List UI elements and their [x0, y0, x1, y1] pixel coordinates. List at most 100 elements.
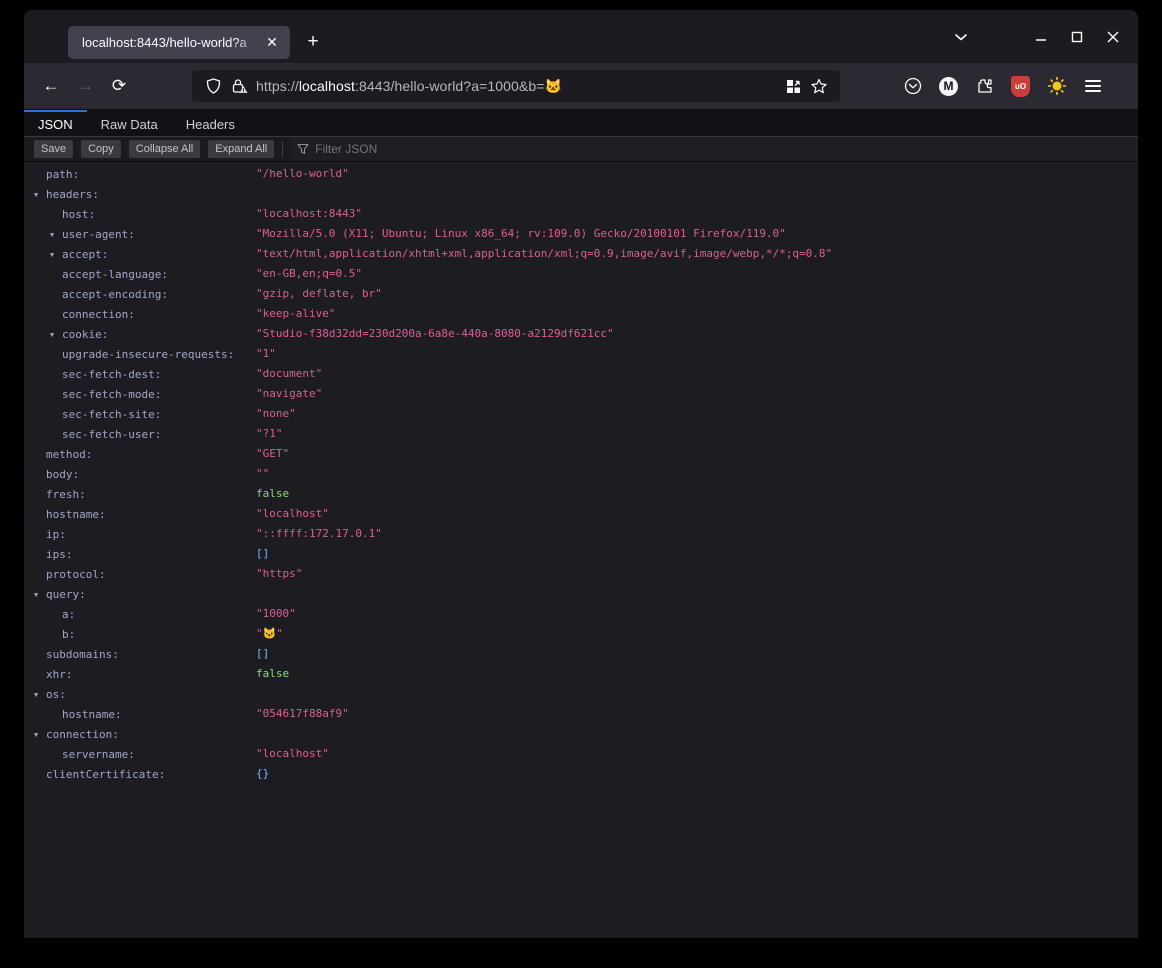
- reload-icon[interactable]: ⟳: [104, 71, 134, 101]
- ublock-origin-icon[interactable]: uO: [1006, 72, 1035, 101]
- json-row: ▼query:: [24, 584, 1138, 604]
- json-row: ▼servername:"localhost": [24, 744, 1138, 764]
- json-key: path:: [46, 165, 79, 185]
- expand-all-button[interactable]: Expand All: [208, 140, 274, 158]
- tab-close-icon[interactable]: ✕: [262, 33, 282, 53]
- collapse-all-button[interactable]: Collapse All: [129, 140, 200, 158]
- tab-json[interactable]: JSON: [24, 110, 87, 136]
- json-key: sec-fetch-user:: [62, 425, 161, 445]
- json-key: subdomains:: [46, 645, 119, 665]
- json-row: ▼ip:"::ffff:172.17.0.1": [24, 524, 1138, 544]
- json-row: ▼method:"GET": [24, 444, 1138, 464]
- expand-arrow-icon[interactable]: ▼: [50, 225, 62, 245]
- json-row: ▼path:"/hello-world": [24, 164, 1138, 184]
- json-value: []: [256, 544, 269, 564]
- json-row: ▼a:"1000": [24, 604, 1138, 624]
- json-value: "/hello-world": [256, 164, 349, 184]
- json-value: "localhost": [256, 744, 329, 764]
- json-value: "": [256, 464, 269, 484]
- json-key: host:: [62, 205, 95, 225]
- json-row: ▼upgrade-insecure-requests:"1": [24, 344, 1138, 364]
- account-avatar[interactable]: M: [934, 72, 963, 101]
- list-tabs-chevron-icon[interactable]: [946, 22, 976, 52]
- json-value: "🐱": [256, 624, 283, 644]
- url-host: localhost: [299, 78, 355, 94]
- json-value: "GET": [256, 444, 289, 464]
- json-value: []: [256, 644, 269, 664]
- copy-button[interactable]: Copy: [81, 140, 121, 158]
- forward-icon[interactable]: →: [70, 71, 100, 101]
- json-value: "?1": [256, 424, 283, 444]
- filter-json-input[interactable]: [315, 142, 1132, 156]
- tab-raw-data[interactable]: Raw Data: [87, 110, 172, 136]
- json-row: ▼hostname:"054617f88af9": [24, 704, 1138, 724]
- json-tree: ▼path:"/hello-world"▼headers:▼host:"loca…: [24, 162, 1138, 938]
- browser-tab[interactable]: localhost:8443/hello-world?a ✕: [68, 26, 290, 59]
- json-row: ▼user-agent:"Mozilla/5.0 (X11; Ubuntu; L…: [24, 224, 1138, 244]
- jsonviewer-toolbar: Save Copy Collapse All Expand All: [24, 137, 1138, 162]
- json-value: "text/html,application/xhtml+xml,applica…: [256, 244, 832, 264]
- save-button[interactable]: Save: [34, 140, 73, 158]
- url-bar[interactable]: https://localhost:8443/hello-world?a=100…: [192, 70, 840, 102]
- maximize-icon[interactable]: [1062, 22, 1092, 52]
- json-key: headers:: [46, 185, 99, 205]
- json-value: "keep-alive": [256, 304, 335, 324]
- menu-hamburger-icon[interactable]: [1078, 72, 1107, 101]
- json-value: "localhost:8443": [256, 204, 362, 224]
- tab-title: localhost:8443/hello-world?a: [82, 35, 262, 50]
- tab-headers[interactable]: Headers: [172, 110, 249, 136]
- expand-arrow-icon[interactable]: ▼: [34, 585, 46, 605]
- jsonviewer-tabs: JSON Raw Data Headers: [24, 110, 1138, 137]
- json-key: accept:: [62, 245, 108, 265]
- json-row: ▼ips:[]: [24, 544, 1138, 564]
- grid-arrow-icon[interactable]: [780, 73, 806, 99]
- close-window-icon[interactable]: [1098, 22, 1128, 52]
- browser-window: localhost:8443/hello-world?a ✕ + ← → ⟳: [24, 10, 1138, 938]
- expand-arrow-icon[interactable]: ▼: [34, 685, 46, 705]
- tracking-shield-icon[interactable]: [200, 73, 226, 99]
- filter-json-field[interactable]: [291, 137, 1138, 161]
- json-value: "1000": [256, 604, 296, 624]
- json-row: ▼subdomains:[]: [24, 644, 1138, 664]
- json-row: ▼sec-fetch-mode:"navigate": [24, 384, 1138, 404]
- json-row: ▼protocol:"https": [24, 564, 1138, 584]
- json-value: "document": [256, 364, 322, 384]
- json-key: a:: [62, 605, 75, 625]
- sun-theme-icon[interactable]: [1042, 72, 1071, 101]
- json-key: query:: [46, 585, 86, 605]
- expand-arrow-icon[interactable]: ▼: [50, 245, 62, 265]
- minimize-icon[interactable]: [1026, 22, 1056, 52]
- json-key: servername:: [62, 745, 135, 765]
- json-row: ▼xhr:false: [24, 664, 1138, 684]
- json-row: ▼clientCertificate:{}: [24, 764, 1138, 784]
- bookmark-star-icon[interactable]: [806, 73, 832, 99]
- expand-arrow-icon[interactable]: ▼: [34, 725, 46, 745]
- json-row: ▼connection:"keep-alive": [24, 304, 1138, 324]
- expand-arrow-icon[interactable]: ▼: [50, 325, 62, 345]
- json-row: ▼fresh:false: [24, 484, 1138, 504]
- json-row: ▼sec-fetch-dest:"document": [24, 364, 1138, 384]
- extensions-puzzle-icon[interactable]: [970, 72, 999, 101]
- expand-arrow-icon[interactable]: ▼: [34, 185, 46, 205]
- json-key: cookie:: [62, 325, 108, 345]
- pocket-icon[interactable]: [898, 72, 927, 101]
- json-row: ▼headers:: [24, 184, 1138, 204]
- json-row: ▼sec-fetch-site:"none": [24, 404, 1138, 424]
- json-row: ▼hostname:"localhost": [24, 504, 1138, 524]
- back-icon[interactable]: ←: [36, 71, 66, 101]
- url-scheme: https://: [256, 78, 299, 94]
- json-key: hostname:: [62, 705, 122, 725]
- json-value: {}: [256, 764, 269, 784]
- lock-insecure-icon[interactable]: [226, 73, 252, 99]
- json-key: accept-encoding:: [62, 285, 168, 305]
- new-tab-button[interactable]: +: [298, 27, 328, 57]
- json-key: upgrade-insecure-requests:: [62, 345, 234, 365]
- json-value: "Studio-f38d32dd=230d200a-6a8e-440a-8080…: [256, 324, 614, 344]
- json-key: hostname:: [46, 505, 106, 525]
- json-key: fresh:: [46, 485, 86, 505]
- json-row: ▼accept-encoding:"gzip, deflate, br": [24, 284, 1138, 304]
- json-key: sec-fetch-dest:: [62, 365, 161, 385]
- url-text: https://localhost:8443/hello-world?a=100…: [256, 78, 780, 95]
- json-key: ips:: [46, 545, 73, 565]
- json-value: false: [256, 484, 289, 504]
